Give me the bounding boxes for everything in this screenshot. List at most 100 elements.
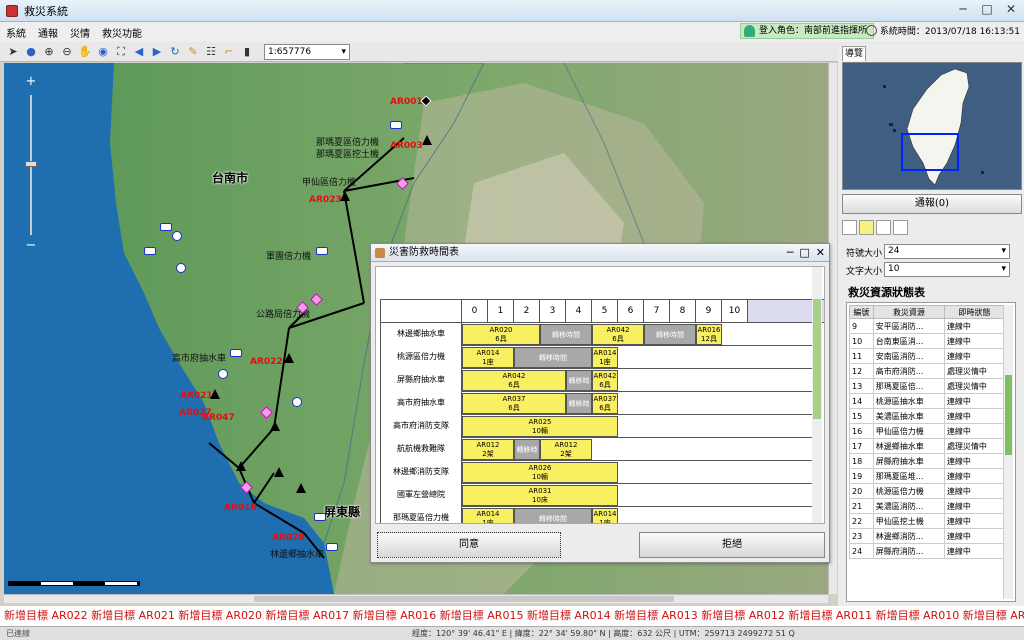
target-label[interactable]: AR023 (309, 195, 342, 205)
table-row[interactable]: 14 桃源區抽水車 連線中 (849, 393, 1006, 409)
transfer-time-bar[interactable]: 轉移時間 (514, 508, 592, 523)
tab-symbol-icon[interactable] (859, 220, 874, 235)
resource-label[interactable]: 那瑪夏區挖土機 (316, 147, 379, 160)
zoom-minus-button[interactable]: − (24, 239, 38, 253)
dialog-minimize-button[interactable]: ─ (787, 244, 794, 262)
target-label[interactable]: AR003 (390, 141, 423, 151)
resource-marker[interactable] (270, 421, 280, 431)
resource-table-scrollbar[interactable] (1003, 305, 1013, 599)
maximize-button[interactable]: □ (978, 2, 996, 18)
task-bar[interactable]: AR014 1座 (592, 347, 618, 368)
resource-label[interactable]: 甲仙區倍力機 (302, 175, 356, 188)
task-bar[interactable]: AR014 1座 (592, 508, 618, 523)
measure-icon[interactable]: ✎ (186, 45, 200, 59)
report-button[interactable]: 通報(0) (842, 194, 1022, 214)
dialog-close-button[interactable]: ✕ (816, 244, 825, 262)
zoom-plus-button[interactable]: + (24, 75, 38, 89)
resource-marker[interactable] (274, 467, 284, 477)
transfer-time-bar[interactable]: 轉移時間 (514, 347, 592, 368)
column-header-status[interactable]: 即時狀態 (943, 305, 1006, 319)
vehicle-marker[interactable] (144, 247, 156, 255)
tab-navigation[interactable]: 導覽 (842, 46, 866, 61)
resource-marker[interactable] (236, 461, 246, 471)
reject-button[interactable]: 拒絕 (639, 532, 825, 558)
vehicle-marker[interactable] (316, 247, 328, 255)
zoom-in-icon[interactable]: ⊕ (42, 45, 56, 59)
target-label[interactable]: AR001 (390, 97, 423, 107)
resource-table-scroll-thumb[interactable] (1005, 375, 1012, 455)
table-row[interactable]: 24 屏縣府消防... 連線中 (849, 543, 1006, 559)
task-bar[interactable]: AR016 12具 (696, 324, 722, 345)
table-row[interactable]: 16 甲仙區倍力機 連線中 (849, 423, 1006, 439)
ruler-icon[interactable]: ⌐ (222, 45, 236, 59)
transfer-time-bar[interactable]: 轉移時間 (566, 370, 592, 404)
resource-label[interactable]: 林邊鄉抽水車 (270, 547, 324, 560)
pan-icon[interactable]: ✋ (78, 45, 92, 59)
tab-cube-icon[interactable] (876, 220, 891, 235)
close-button[interactable]: ✕ (1002, 2, 1020, 18)
zoom-slider[interactable]: + − (18, 73, 48, 263)
table-row[interactable]: 15 美濃區抽水車 連線中 (849, 408, 1006, 424)
table-row[interactable]: 23 林邊鄉消防... 連線中 (849, 528, 1006, 544)
task-bar[interactable]: AR042 6具 (462, 370, 566, 391)
target-label[interactable]: AR028 (272, 533, 305, 543)
table-row[interactable]: 20 桃源區倍力機 連線中 (849, 483, 1006, 499)
task-bar[interactable]: AR012 2架 (462, 439, 514, 460)
task-bar[interactable]: AR020 6具 (462, 324, 540, 345)
forward-arrow-icon[interactable]: ▶ (150, 45, 164, 59)
target-label[interactable]: AR022 (250, 357, 283, 367)
table-row[interactable]: 17 林邊鄉抽水車 處理災情中 (849, 438, 1006, 454)
vehicle-marker[interactable] (390, 121, 402, 129)
map-horizontal-scrollbar[interactable] (4, 594, 828, 603)
table-row[interactable]: 12 高市府消防... 處理災情中 (849, 363, 1006, 379)
task-bar[interactable]: AR026 10輛 (462, 462, 618, 483)
table-row[interactable]: 11 安南區消防... 連線中 (849, 348, 1006, 364)
vehicle-marker[interactable] (176, 263, 186, 273)
vehicle-marker[interactable] (314, 513, 326, 521)
menu-disaster[interactable]: 災情 (64, 25, 96, 40)
overview-extent-box[interactable] (901, 133, 959, 171)
symbol-size-select[interactable]: 24 (884, 244, 1010, 259)
task-bar[interactable]: AR037 6具 (462, 393, 566, 414)
vehicle-marker[interactable] (218, 369, 228, 379)
table-row[interactable]: 9 安平區消防... 連線中 (849, 318, 1006, 334)
back-arrow-icon[interactable]: ◀ (132, 45, 146, 59)
vehicle-marker[interactable] (172, 231, 182, 241)
resource-label[interactable]: 軍團倍力機 (266, 249, 311, 262)
pointer-icon[interactable]: ➤ (6, 45, 20, 59)
table-row[interactable]: 19 那瑪夏區堆... 連線中 (849, 468, 1006, 484)
globe-icon[interactable]: ◉ (96, 45, 110, 59)
resource-marker[interactable] (284, 353, 294, 363)
menu-report[interactable]: 通報 (32, 25, 64, 40)
table-row[interactable]: 22 甲仙區挖土機 連線中 (849, 513, 1006, 529)
zoom-thumb[interactable] (25, 161, 37, 167)
resource-marker[interactable] (210, 389, 220, 399)
vehicle-marker[interactable] (292, 397, 302, 407)
resource-label[interactable]: 高市府抽水車 (172, 351, 226, 364)
map-horizontal-thumb[interactable] (254, 596, 674, 602)
refresh-icon[interactable]: ↻ (168, 45, 182, 59)
info-icon[interactable]: ● (24, 45, 38, 59)
task-bar[interactable]: AR014 1座 (462, 347, 514, 368)
menu-rescue[interactable]: 救災功能 (96, 25, 148, 40)
overview-map[interactable] (842, 62, 1022, 190)
minimize-button[interactable]: ─ (954, 2, 972, 18)
vehicle-marker[interactable] (160, 223, 172, 231)
transfer-time-bar[interactable]: 轉移時間 (644, 324, 696, 345)
target-label[interactable]: AR047 (202, 413, 235, 423)
tab-stack-icon[interactable] (893, 220, 908, 235)
accept-button[interactable]: 同意 (377, 532, 561, 558)
transfer-time-bar[interactable]: 轉移時間 (566, 393, 592, 427)
text-size-select[interactable]: 10 (884, 262, 1010, 277)
table-row[interactable]: 13 那瑪夏區倍... 處理災情中 (849, 378, 1006, 394)
vehicle-marker[interactable] (326, 543, 338, 551)
transfer-time-bar[interactable]: 轉移時間 (514, 439, 540, 473)
table-row[interactable]: 18 屏縣府抽水車 連線中 (849, 453, 1006, 469)
gantt-scroll-thumb[interactable] (813, 299, 821, 419)
column-header-resource[interactable]: 救災資源 (872, 305, 945, 319)
menu-system[interactable]: 系統 (0, 25, 32, 40)
table-row[interactable]: 21 美濃區消防... 連線中 (849, 498, 1006, 514)
dialog-maximize-button[interactable]: □ (799, 244, 809, 262)
column-header-id[interactable]: 編號 (849, 305, 874, 319)
task-bar[interactable]: AR037 6具 (592, 393, 618, 414)
